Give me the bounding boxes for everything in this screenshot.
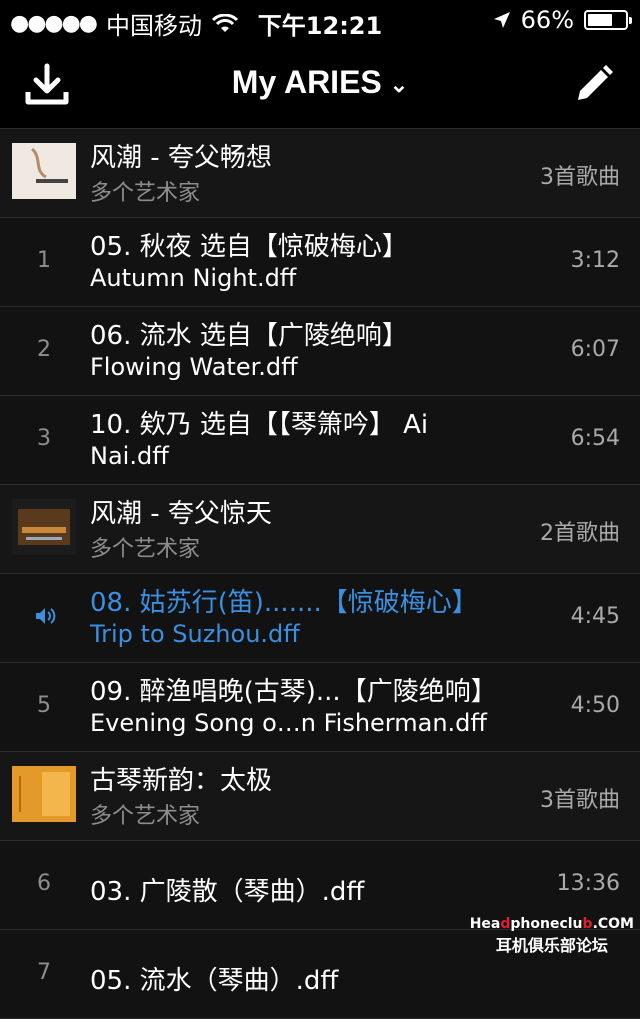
track-row[interactable]: 3 10. 欸乃 选自【【琴箫吟】 Ai Nai.dff 6:54 bbox=[0, 396, 640, 485]
track-row[interactable]: 1 05. 秋夜 选自【惊破梅心】 Autumn Night.dff 3:12 bbox=[0, 218, 640, 307]
edit-pencil-icon[interactable] bbox=[568, 60, 618, 110]
album-artist: 多个艺术家 bbox=[90, 537, 201, 562]
track-row[interactable]: 2 06. 流水 选自【广陵绝响】 Flowing Water.dff 6:07 bbox=[0, 307, 640, 396]
chevron-down-icon: ⌄ bbox=[389, 71, 409, 97]
location-arrow-icon bbox=[493, 12, 510, 28]
track-duration: 13:36 bbox=[556, 871, 620, 896]
album-title: 古琴新韵：太极 bbox=[90, 766, 273, 796]
status-bar: ●●●●● 中国移动 下午12:21 66% bbox=[0, 0, 640, 40]
track-row[interactable]: 5 09. 醉渔唱晚(古琴)...【广陵绝响】 Evening Song o…n… bbox=[0, 663, 640, 752]
track-duration: 4:45 bbox=[570, 604, 620, 629]
track-filename: Autumn Night.dff bbox=[90, 264, 297, 292]
track-number: 6 bbox=[37, 871, 51, 896]
track-duration: 4:50 bbox=[570, 693, 620, 718]
speaker-playing-icon bbox=[36, 608, 56, 624]
track-title: 08. 姑苏行(笛).......【惊破梅心】 bbox=[90, 588, 478, 618]
track-title: 06. 流水 选自【广陵绝响】 bbox=[90, 321, 408, 351]
watermark-logo: Headphoneclub.COM 耳机俱乐部论坛 bbox=[470, 916, 634, 956]
album-title: 风潮 - 夸父惊天 bbox=[90, 499, 272, 529]
track-number: 1 bbox=[37, 248, 51, 273]
track-title: 05. 秋夜 选自【惊破梅心】 bbox=[90, 232, 408, 262]
track-number: 2 bbox=[37, 337, 51, 362]
track-title: 05. 流水（琴曲）.dff bbox=[90, 966, 339, 996]
track-list[interactable]: 风潮 - 夸父畅想 多个艺术家 3首歌曲 1 05. 秋夜 选自【惊破梅心】 A… bbox=[0, 129, 640, 1019]
track-title: 10. 欸乃 选自【【琴箫吟】 Ai bbox=[90, 410, 429, 440]
album-cover bbox=[12, 143, 76, 199]
album-title: 风潮 - 夸父畅想 bbox=[90, 143, 272, 173]
watermark-site: Headphoneclub.COM bbox=[469, 916, 634, 932]
album-header[interactable]: 古琴新韵：太极 多个艺术家 3首歌曲 bbox=[0, 752, 640, 841]
album-song-count: 2首歌曲 bbox=[540, 521, 620, 546]
track-filename: Trip to Suzhou.dff bbox=[90, 620, 300, 648]
page-title-text: My ARIES bbox=[231, 64, 382, 100]
battery-icon bbox=[584, 10, 632, 30]
track-number: 5 bbox=[37, 693, 51, 718]
album-header[interactable]: 风潮 - 夸父畅想 多个艺术家 3首歌曲 bbox=[0, 129, 640, 218]
watermark-subtitle: 耳机俱乐部论坛 bbox=[495, 936, 608, 955]
album-cover bbox=[12, 766, 76, 822]
album-artist: 多个艺术家 bbox=[90, 804, 201, 829]
track-filename: Nai.dff bbox=[90, 442, 169, 470]
page-title[interactable]: My ARIES ⌄ bbox=[0, 64, 640, 101]
track-duration: 6:54 bbox=[570, 426, 620, 451]
track-title: 09. 醉渔唱晚(古琴)...【广陵绝响】 bbox=[90, 677, 497, 707]
album-cover bbox=[12, 499, 76, 555]
album-song-count: 3首歌曲 bbox=[540, 165, 620, 190]
album-header[interactable]: 风潮 - 夸父惊天 多个艺术家 2首歌曲 bbox=[0, 485, 640, 574]
track-duration: 6:07 bbox=[570, 337, 620, 362]
track-title: 03. 广陵散（琴曲）.dff bbox=[90, 877, 365, 907]
track-filename: Evening Song o…n Fisherman.dff bbox=[90, 709, 487, 737]
track-duration: 3:12 bbox=[570, 248, 620, 273]
battery-percent: 66% bbox=[520, 6, 574, 34]
track-number: 7 bbox=[37, 960, 51, 985]
album-song-count: 3首歌曲 bbox=[540, 788, 620, 813]
album-artist: 多个艺术家 bbox=[90, 181, 201, 206]
track-number: 3 bbox=[37, 426, 51, 451]
nav-bar: My ARIES ⌄ bbox=[0, 40, 640, 129]
track-row-now-playing[interactable]: 08. 姑苏行(笛).......【惊破梅心】 Trip to Suzhou.d… bbox=[0, 574, 640, 663]
track-filename: Flowing Water.dff bbox=[90, 353, 298, 381]
